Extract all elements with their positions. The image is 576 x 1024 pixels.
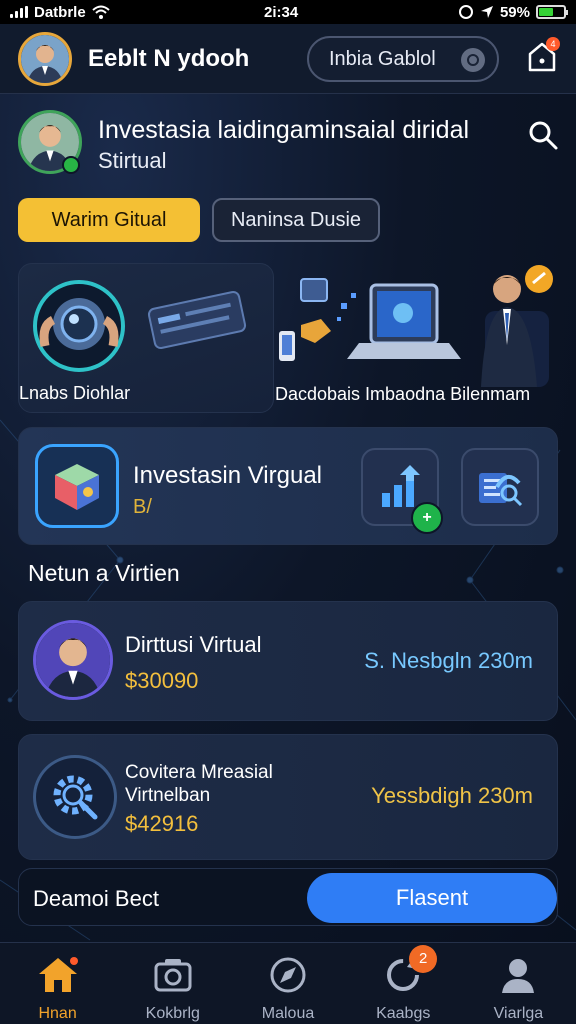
list-item-name: Covitera Mreasial Virtnelban	[125, 762, 273, 806]
header-pill-button[interactable]: Inbia Gablol	[307, 36, 499, 82]
battery-percent: 59%	[499, 3, 530, 21]
chip-secondary[interactable]: Naninsa Dusie	[212, 198, 380, 242]
tab-camera[interactable]: Kokbrlg	[115, 943, 230, 1024]
notification-button[interactable]: 4	[522, 37, 562, 77]
list-item-amount: $42916	[125, 811, 199, 836]
signal-icon	[10, 6, 28, 18]
tab-label: Kaabgs	[376, 1005, 431, 1022]
list-avatar	[33, 620, 113, 700]
growth-chart-icon[interactable]: +	[361, 448, 443, 534]
list-item[interactable]: Dirttusi Virtual $30090 S. Nesbgln 230m	[18, 601, 558, 721]
camera-icon	[151, 953, 195, 997]
tab-badge: 2	[409, 945, 438, 973]
chip-primary[interactable]: Warim Gitual	[18, 198, 200, 242]
cube-icon	[35, 444, 119, 528]
action-label: Deamoi Bect	[33, 886, 159, 911]
list-item-amount: $30090	[125, 668, 199, 693]
user-name: Eeblt N ydooh	[88, 44, 250, 72]
tab-label: Viarlga	[493, 1005, 544, 1022]
feature-label-1: Lnabs Diohlar	[19, 383, 131, 403]
clock: 2i:34	[264, 3, 299, 21]
app-header: Eeblt N ydooh Inbia Gablol 4	[0, 24, 576, 94]
compass-icon	[266, 953, 310, 997]
tab-label: Kokbrlg	[145, 1005, 200, 1022]
wifi-icon	[92, 5, 110, 19]
profile-subtitle: Stirtual	[98, 148, 167, 173]
user-icon	[496, 953, 540, 997]
list-item[interactable]: Covitera Mreasial Virtnelban $42916 Yess…	[18, 734, 558, 860]
notification-badge: 4	[546, 37, 560, 51]
search-icon[interactable]	[526, 118, 560, 152]
battery-icon	[536, 5, 568, 19]
status-bar: Datbrle 2i:34 59%	[0, 0, 576, 24]
laptop-icon	[279, 265, 553, 387]
feature-card-2[interactable]: Dacdobais Imbaodna Bilenmam	[275, 263, 558, 413]
tab-explore[interactable]: Maloua	[230, 943, 345, 1024]
tab-label: Hnan	[38, 1005, 77, 1022]
tab-home[interactable]: Hnan	[0, 943, 115, 1024]
list-item-right-text: Yessbdigh 230m	[371, 783, 533, 808]
invest-title: Investasin Virgual	[133, 462, 322, 489]
refresh-icon: 2	[381, 945, 438, 997]
tab-profile[interactable]: Viarlga	[461, 943, 576, 1024]
header-pill-label: Inbia Gablol	[329, 47, 436, 70]
section-title: Netun a Virtien	[28, 560, 180, 586]
list-item-right-text: S. Nesbgln 230m	[364, 648, 533, 673]
feature-label-2: Dacdobais Imbaodna Bilenmam	[275, 384, 531, 404]
invest-subtitle: B/	[133, 496, 152, 518]
camera-lens-icon	[33, 280, 247, 372]
profile-row: Investasia laidingaminsaial diridal Stir…	[18, 110, 558, 180]
list-item-name: Dirttusi Virtual	[125, 632, 262, 657]
home-icon	[36, 953, 80, 997]
refresh-icon	[461, 48, 485, 72]
online-indicator	[62, 156, 80, 174]
alarm-icon	[458, 5, 473, 19]
action-bar: Deamoi Bect Flasent	[18, 868, 558, 926]
analytics-icon[interactable]	[461, 448, 539, 526]
profile-heading: Investasia laidingaminsaial diridal	[98, 116, 470, 144]
location-icon	[480, 6, 493, 18]
carrier-name: Datbrle	[34, 3, 86, 21]
submit-button[interactable]: Flasent	[307, 873, 557, 923]
avatar[interactable]	[18, 31, 72, 86]
gear-search-icon	[33, 755, 117, 839]
bottom-tab-bar: Hnan Kokbrlg Maloua 2 Kaabgs Viarlga	[0, 942, 576, 1024]
feature-card-1[interactable]: Lnabs Diohlar	[18, 263, 274, 413]
tab-sync[interactable]: 2 Kaabgs	[346, 943, 461, 1024]
invest-card[interactable]: Investasin Virgual B/ +	[18, 427, 558, 545]
tab-label: Maloua	[261, 1005, 315, 1022]
plus-icon: +	[411, 502, 443, 534]
